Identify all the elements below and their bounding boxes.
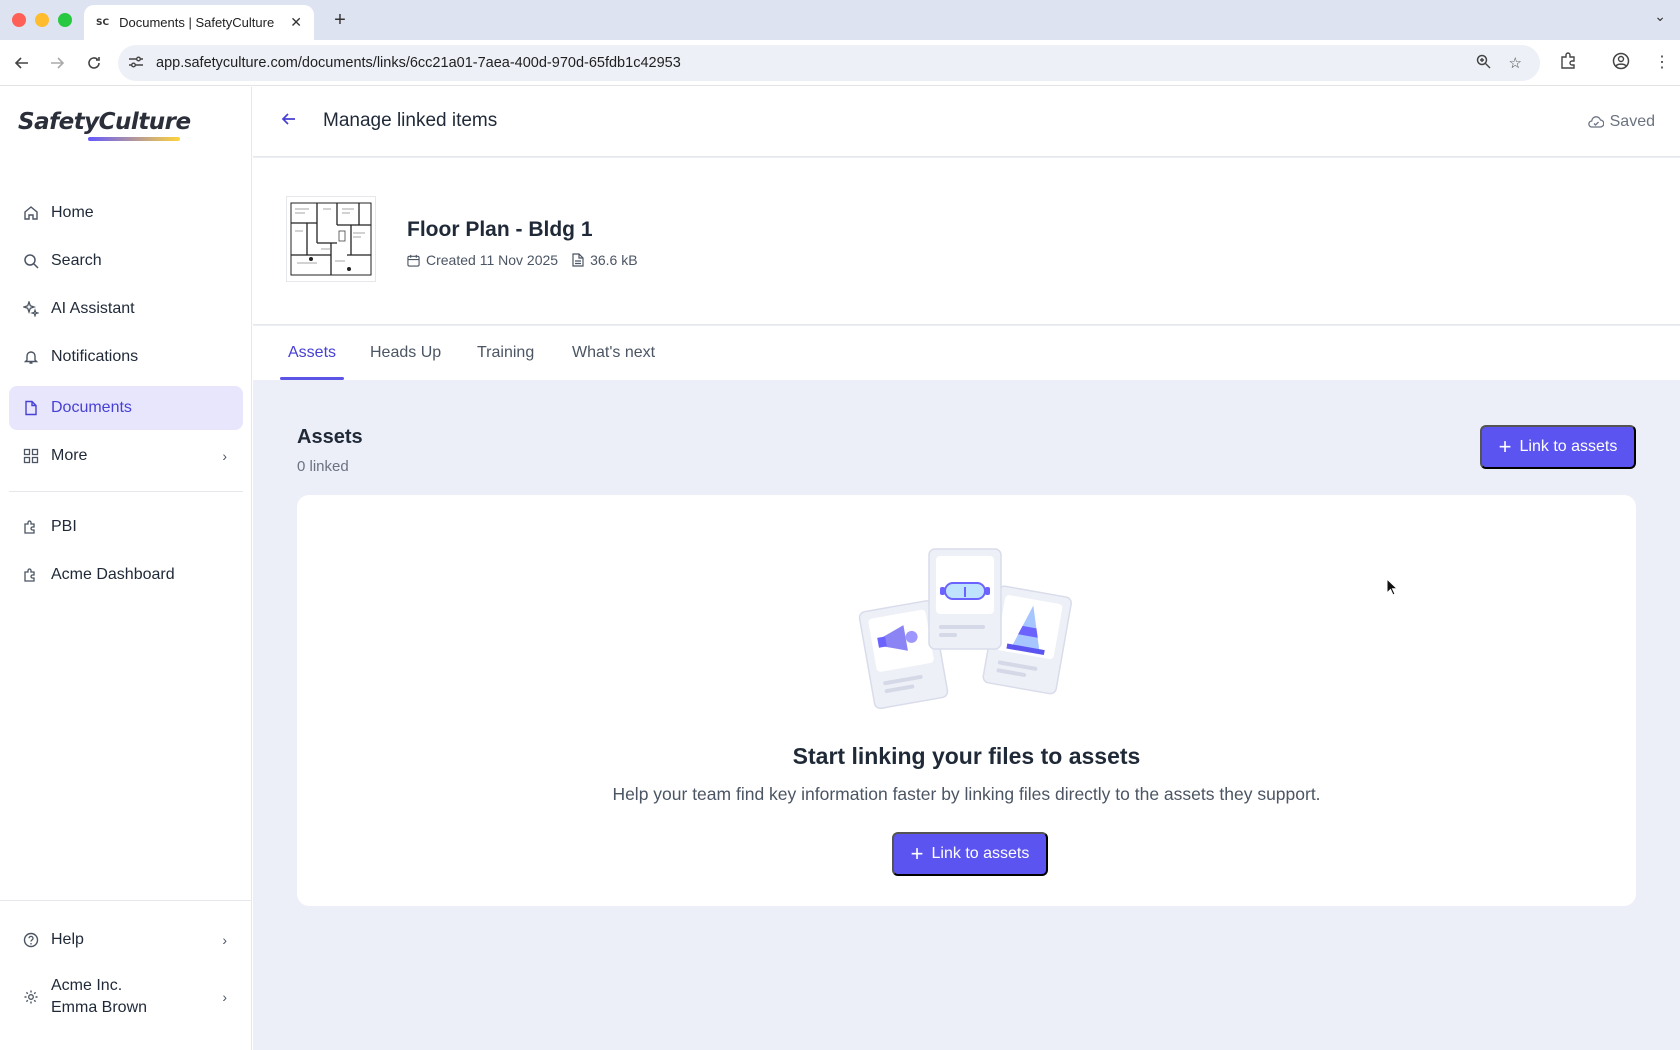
home-icon xyxy=(23,205,45,221)
calendar-icon xyxy=(407,254,420,267)
assets-section-title: Assets xyxy=(297,426,363,448)
url-text[interactable]: app.safetyculture.com/documents/links/6c… xyxy=(156,55,1476,71)
org-name: Acme Inc. xyxy=(51,977,123,994)
chevron-right-icon: › xyxy=(222,448,227,464)
page-header: Manage linked items Saved xyxy=(253,87,1680,157)
save-status: Saved xyxy=(1587,113,1655,131)
chevron-right-icon: › xyxy=(222,932,227,948)
site-info-icon[interactable] xyxy=(128,55,148,72)
file-icon xyxy=(572,253,584,267)
sidebar-item-documents[interactable]: Documents xyxy=(9,386,243,430)
close-window-button[interactable] xyxy=(12,13,26,27)
browser-tab-bar: SC Documents | SafetyCulture ✕ + ⌄ xyxy=(0,0,1680,40)
grid-icon xyxy=(23,448,45,464)
help-icon xyxy=(23,932,45,948)
tab-heads-up[interactable]: Heads Up xyxy=(370,326,441,380)
sidebar-item-label: Home xyxy=(51,204,94,221)
link-to-assets-button[interactable]: + Link to assets xyxy=(1480,425,1636,469)
back-arrow-icon[interactable] xyxy=(281,111,297,132)
browser-menu-icon[interactable]: ⋮ xyxy=(1654,52,1670,72)
close-tab-icon[interactable]: ✕ xyxy=(290,14,302,31)
main-content: Manage linked items Saved Floor Plan - B… xyxy=(253,87,1680,1050)
profile-icon[interactable] xyxy=(1612,52,1630,75)
cloud-check-icon xyxy=(1587,115,1604,129)
maximize-window-button[interactable] xyxy=(58,13,72,27)
chevron-right-icon: › xyxy=(222,989,227,1005)
empty-state-title: Start linking your files to assets xyxy=(792,743,1141,769)
link-to-assets-label: Link to assets xyxy=(1519,438,1618,455)
sidebar-item-home[interactable]: Home xyxy=(9,191,243,235)
logo-underline xyxy=(88,137,180,141)
address-bar[interactable]: app.safetyculture.com/documents/links/6c… xyxy=(118,45,1540,81)
document-icon xyxy=(23,400,45,416)
sidebar-divider xyxy=(0,900,252,901)
bell-icon xyxy=(23,349,45,365)
sidebar-item-label: Notifications xyxy=(51,348,139,365)
created-date: Created 11 Nov 2025 xyxy=(426,252,559,268)
tab-search-chevron-icon[interactable]: ⌄ xyxy=(1654,8,1666,25)
link-to-assets-cta-button[interactable]: + Link to assets xyxy=(892,832,1048,876)
document-meta: Created 11 Nov 2025 36.6 kB xyxy=(407,252,638,268)
sidebar-item-acme-dashboard[interactable]: Acme Dashboard xyxy=(9,553,243,597)
bookmark-star-icon[interactable]: ☆ xyxy=(1509,54,1522,72)
linked-items-tabs: Assets Heads Up Training What's next xyxy=(253,326,1680,380)
link-to-assets-cta-label: Link to assets xyxy=(931,845,1030,862)
sidebar-divider xyxy=(9,491,243,492)
sidebar-item-label: Search xyxy=(51,252,102,269)
plus-icon: + xyxy=(1498,434,1512,459)
safetyculture-logo[interactable]: SafetyCulture xyxy=(18,109,191,135)
mouse-cursor-icon xyxy=(1386,578,1398,596)
sidebar-item-label: Help xyxy=(51,931,84,948)
new-tab-button[interactable]: + xyxy=(328,8,352,32)
zoom-icon[interactable] xyxy=(1476,54,1491,73)
assets-illustration xyxy=(858,548,1072,709)
search-icon xyxy=(23,253,45,269)
favicon-icon: SC xyxy=(96,17,110,28)
gear-icon xyxy=(23,989,45,1005)
sidebar-item-label: Documents xyxy=(51,399,132,416)
account-switcher[interactable]: Acme Inc. Emma Brown › xyxy=(9,969,243,1025)
document-summary: Floor Plan - Bldg 1 Created 11 Nov 2025 … xyxy=(253,158,1680,325)
floor-plan-thumbnail[interactable] xyxy=(286,196,376,282)
document-title: Floor Plan - Bldg 1 xyxy=(407,218,593,241)
browser-tab[interactable]: SC Documents | SafetyCulture ✕ xyxy=(84,5,314,40)
sidebar-item-label: PBI xyxy=(51,518,77,535)
sidebar-item-ai-assistant[interactable]: AI Assistant xyxy=(9,287,243,331)
puzzle-icon xyxy=(23,519,45,535)
sidebar-item-label: AI Assistant xyxy=(51,300,135,317)
sidebar-item-label: More xyxy=(51,447,88,464)
browser-forward-button[interactable] xyxy=(46,52,68,74)
empty-state-description: Help your team find key information fast… xyxy=(612,784,1321,804)
sparkle-icon xyxy=(23,301,45,317)
linked-count: 0 linked xyxy=(297,458,349,475)
browser-toolbar: app.safetyculture.com/documents/links/6c… xyxy=(0,40,1680,86)
sidebar-item-help[interactable]: Help › xyxy=(9,918,243,962)
sidebar-item-search[interactable]: Search xyxy=(9,239,243,283)
user-name: Emma Brown xyxy=(51,999,148,1016)
page-title: Manage linked items xyxy=(323,110,498,131)
empty-state-card: Start linking your files to assets Help … xyxy=(297,495,1636,906)
browser-reload-button[interactable] xyxy=(83,52,105,74)
saved-label: Saved xyxy=(1609,113,1655,130)
tab-training[interactable]: Training xyxy=(477,326,534,380)
tab-whats-next[interactable]: What's next xyxy=(572,326,655,380)
sidebar-item-more[interactable]: More › xyxy=(9,434,243,478)
file-size: 36.6 kB xyxy=(590,252,638,268)
plus-icon: + xyxy=(910,841,924,866)
browser-tab-title: Documents | SafetyCulture xyxy=(119,15,275,30)
sidebar-item-label: Acme Dashboard xyxy=(51,566,175,583)
browser-back-button[interactable] xyxy=(11,52,33,74)
puzzle-icon xyxy=(23,567,45,583)
tab-assets[interactable]: Assets xyxy=(279,326,345,380)
minimize-window-button[interactable] xyxy=(35,13,49,27)
sidebar-item-pbi[interactable]: PBI xyxy=(9,505,243,549)
extensions-icon[interactable] xyxy=(1559,52,1577,75)
sidebar-item-notifications[interactable]: Notifications xyxy=(9,335,243,379)
